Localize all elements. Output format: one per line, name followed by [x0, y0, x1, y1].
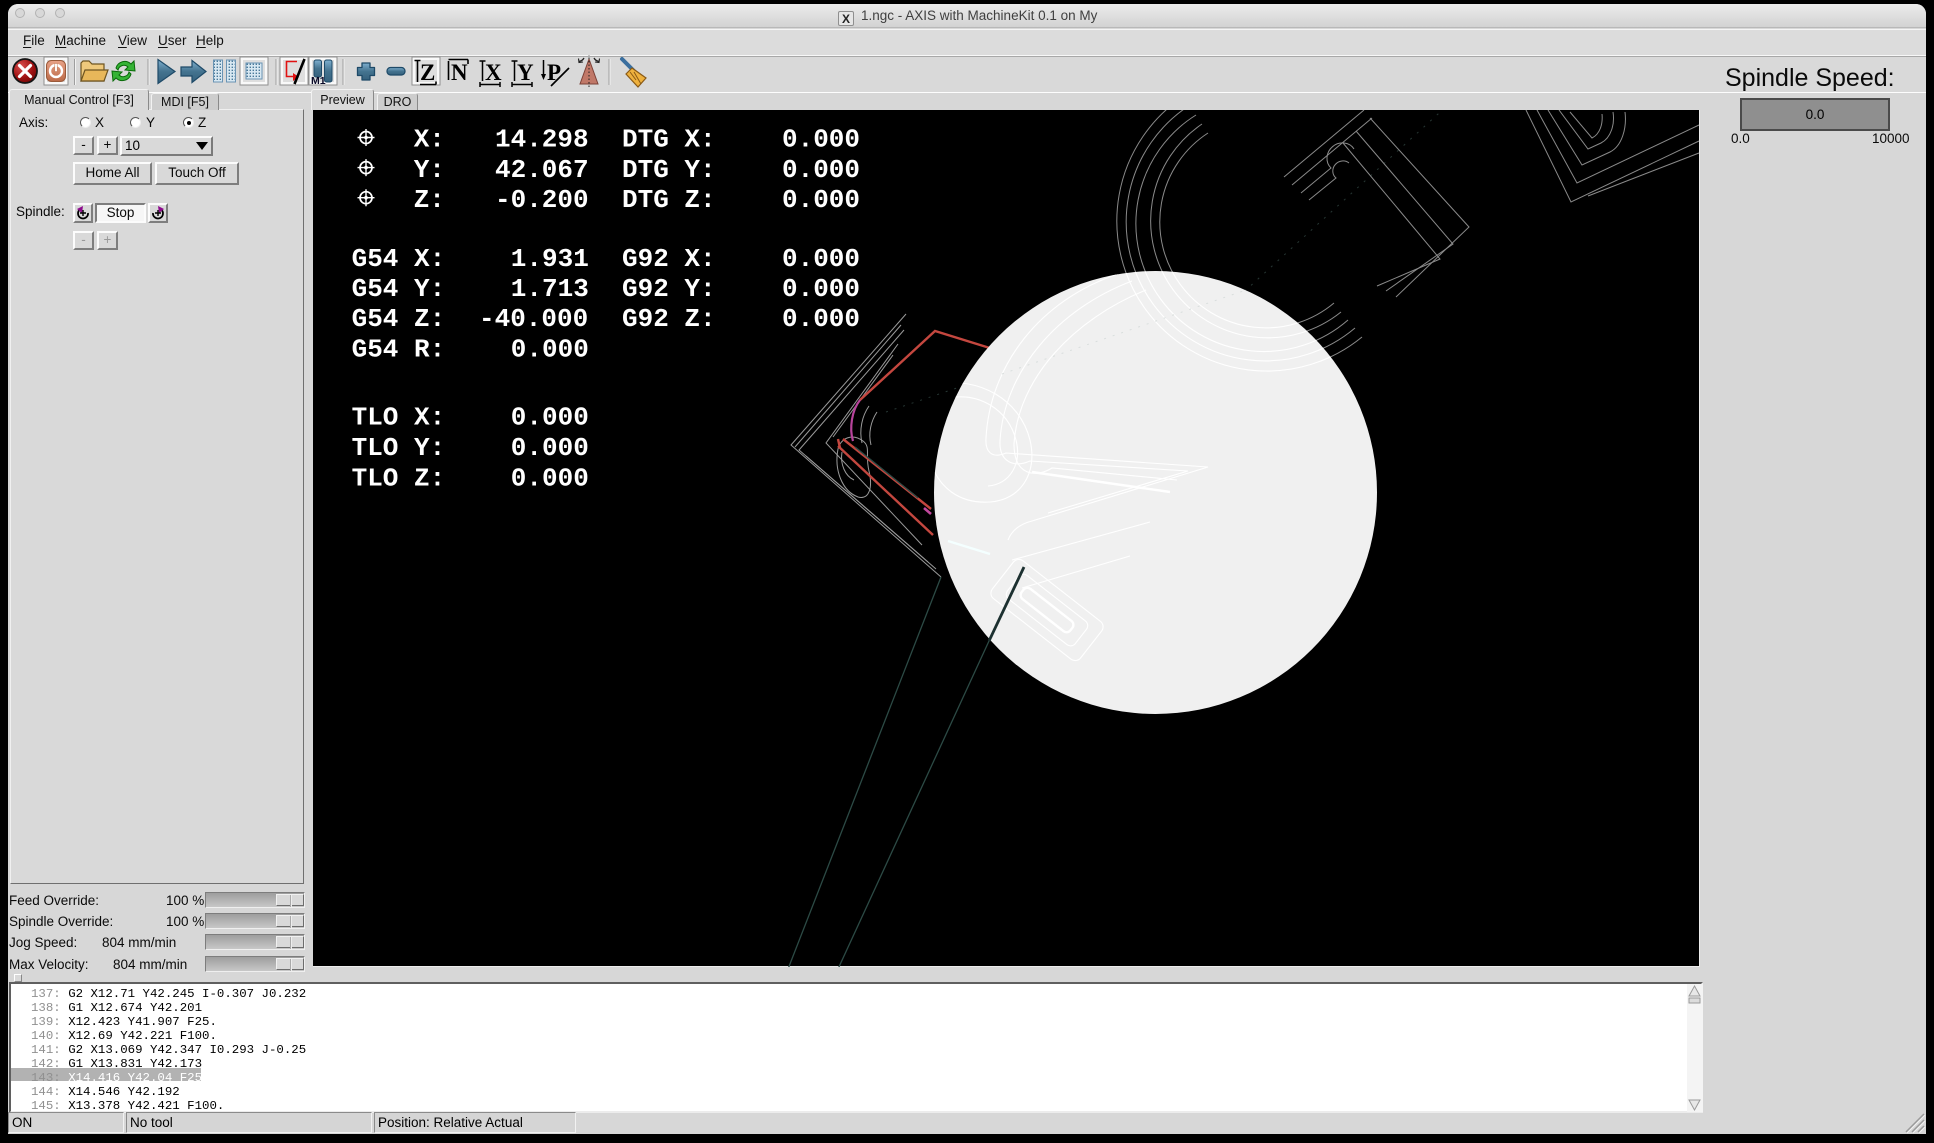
- svg-text:X: X: [485, 60, 502, 85]
- svg-text:G54 X:: G54 X:: [352, 244, 446, 274]
- svg-text:G92 Y:: G92 Y:: [622, 274, 716, 304]
- svg-text:1.713: 1.713: [511, 274, 589, 304]
- svg-text:-40.000: -40.000: [479, 304, 588, 334]
- svg-text:0.000: 0.000: [782, 244, 860, 274]
- svg-text:DTG X:: DTG X:: [622, 125, 716, 155]
- svg-text:X:: X:: [414, 125, 445, 155]
- svg-text:0.000: 0.000: [511, 433, 589, 463]
- svg-text:0.000: 0.000: [511, 403, 589, 433]
- svg-text:P: P: [547, 60, 561, 85]
- svg-text:-0.200: -0.200: [495, 185, 589, 215]
- svg-text:0.000: 0.000: [511, 463, 589, 493]
- svg-text:Y:: Y:: [414, 155, 445, 185]
- svg-text:TLO Z:: TLO Z:: [352, 463, 446, 493]
- svg-text:42.067: 42.067: [495, 155, 589, 185]
- svg-text:Z: Z: [420, 60, 435, 85]
- svg-text:TLO Y:: TLO Y:: [352, 433, 446, 463]
- svg-text:0.000: 0.000: [782, 125, 860, 155]
- svg-text:G54 R:: G54 R:: [352, 334, 446, 364]
- svg-text:Z:: Z:: [414, 185, 445, 215]
- svg-text:G92 X:: G92 X:: [622, 244, 716, 274]
- svg-text:DTG Y:: DTG Y:: [622, 155, 716, 185]
- svg-text:G54 Y:: G54 Y:: [352, 274, 446, 304]
- svg-text:TLO X:: TLO X:: [352, 403, 446, 433]
- svg-text:1.931: 1.931: [511, 244, 589, 274]
- svg-text:N: N: [451, 60, 468, 85]
- svg-text:0.000: 0.000: [782, 155, 860, 185]
- svg-text:0.000: 0.000: [782, 304, 860, 334]
- svg-text:0.000: 0.000: [511, 334, 589, 364]
- svg-text:M1: M1: [311, 75, 326, 87]
- svg-text:G54 Z:: G54 Z:: [352, 304, 446, 334]
- svg-text:14.298: 14.298: [495, 125, 589, 155]
- svg-text:Y: Y: [517, 60, 534, 85]
- svg-text:G92 Z:: G92 Z:: [622, 304, 716, 334]
- svg-text:DTG Z:: DTG Z:: [622, 185, 716, 215]
- svg-text:0.000: 0.000: [782, 185, 860, 215]
- svg-text:0.000: 0.000: [782, 274, 860, 304]
